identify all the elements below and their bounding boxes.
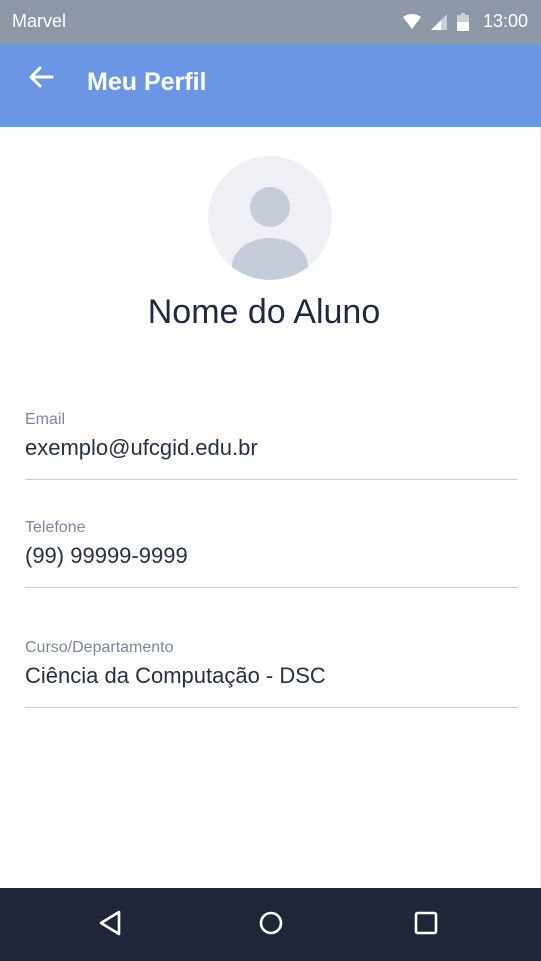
status-icons: 13:00 (402, 11, 528, 32)
system-nav-bar (0, 888, 541, 961)
nav-home-icon (258, 910, 284, 941)
phone-field[interactable]: Telefone (99) 99999-9999 (25, 519, 517, 588)
back-button[interactable] (22, 63, 60, 95)
avatar-body (232, 238, 308, 280)
email-field[interactable]: Email exemplo@ufcgid.edu.br (25, 411, 517, 480)
status-time: 13:00 (482, 11, 528, 31)
app-bar: Meu Perfil (0, 43, 541, 127)
wifi-icon (402, 13, 421, 30)
avatar (208, 156, 332, 280)
nav-recent-icon (413, 910, 439, 941)
status-carrier: Marvel (12, 11, 67, 31)
course-field[interactable]: Curso/Departamento Ciência da Computação… (25, 639, 517, 708)
page-title: Meu Perfil (87, 68, 207, 96)
course-value[interactable]: Ciência da Computação - DSC (25, 663, 517, 689)
nav-home-button[interactable] (254, 908, 288, 942)
profile-content: Nome do Aluno Email exemplo@ufcgid.edu.b… (0, 127, 541, 888)
course-label: Curso/Departamento (25, 639, 174, 656)
nav-back-icon (97, 910, 123, 941)
phone-label: Telefone (25, 519, 86, 536)
email-value[interactable]: exemplo@ufcgid.edu.br (25, 435, 517, 461)
signal-icon (430, 13, 447, 30)
status-bar: Marvel 13:00 (0, 0, 541, 43)
nav-recent-button[interactable] (409, 908, 443, 942)
email-label: Email (25, 411, 66, 428)
avatar-head (250, 187, 290, 227)
profile-name: Nome do Aluno (147, 293, 381, 331)
arrow-left-icon (28, 66, 54, 93)
nav-back-button[interactable] (93, 908, 127, 942)
phone-value[interactable]: (99) 99999-9999 (25, 543, 517, 569)
battery-icon (456, 12, 469, 31)
